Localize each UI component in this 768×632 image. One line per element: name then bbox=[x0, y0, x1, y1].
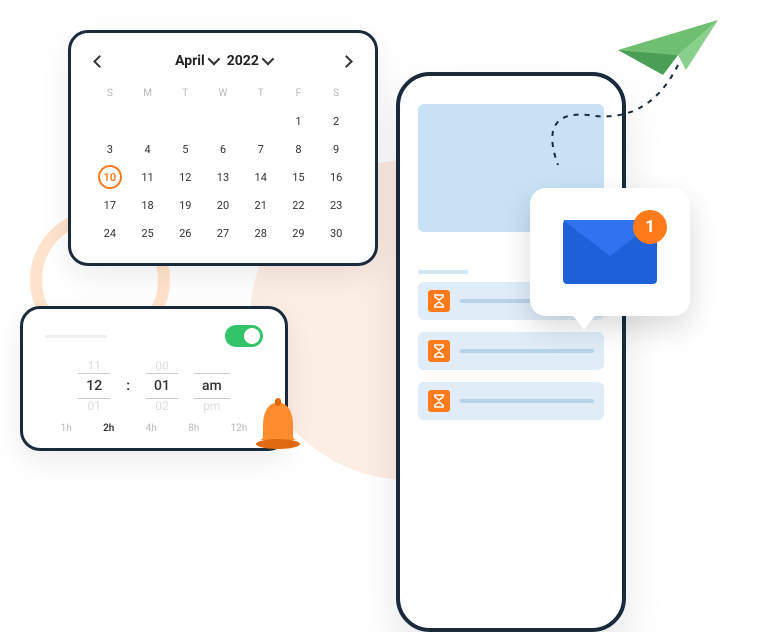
calendar-day[interactable]: 3 bbox=[98, 137, 122, 161]
calendar-day[interactable]: 13 bbox=[211, 165, 235, 189]
calendar-day[interactable]: 29 bbox=[286, 221, 310, 245]
envelope-icon: 1 bbox=[563, 220, 657, 284]
time-toggle[interactable] bbox=[225, 325, 263, 347]
day-of-week-label: T bbox=[166, 84, 204, 105]
duration-option[interactable]: 12h bbox=[231, 423, 248, 434]
calendar-card: April 2022 SMTWTFS1234567891011121314151… bbox=[68, 30, 378, 266]
calendar-day[interactable]: 11 bbox=[136, 165, 160, 189]
calendar-title: April 2022 bbox=[175, 53, 271, 69]
duration-option[interactable]: 1h bbox=[61, 423, 72, 434]
calendar-day[interactable]: 14 bbox=[249, 165, 273, 189]
calendar-day[interactable]: 5 bbox=[173, 137, 197, 161]
duration-option[interactable]: 8h bbox=[188, 423, 199, 434]
day-of-week-label: W bbox=[204, 84, 242, 105]
calendar-day[interactable]: 21 bbox=[249, 193, 273, 217]
time-wheels[interactable]: 11 12 01 : 00 01 02 am pm bbox=[45, 359, 263, 413]
duration-tabs[interactable]: 1h 2h 4h 8h 12h bbox=[45, 423, 263, 434]
calendar-day[interactable]: 24 bbox=[98, 221, 122, 245]
calendar-day[interactable]: 25 bbox=[136, 221, 160, 245]
calendar-day[interactable]: 20 bbox=[211, 193, 235, 217]
day-of-week-label: S bbox=[91, 84, 129, 105]
month-select[interactable]: April bbox=[175, 53, 217, 69]
time-picker-card: 11 12 01 : 00 01 02 am pm 1h 2h 4h 8h 12h bbox=[20, 306, 288, 451]
day-of-week-label: S bbox=[317, 84, 355, 105]
calendar-day[interactable]: 22 bbox=[286, 193, 310, 217]
day-of-week-label: M bbox=[129, 84, 167, 105]
year-select[interactable]: 2022 bbox=[227, 53, 271, 69]
calendar-day[interactable]: 18 bbox=[136, 193, 160, 217]
calendar-day[interactable]: 19 bbox=[173, 193, 197, 217]
calendar-day[interactable]: 28 bbox=[249, 221, 273, 245]
calendar-day[interactable]: 23 bbox=[324, 193, 348, 217]
calendar-header: April 2022 bbox=[91, 47, 355, 74]
calendar-day[interactable]: 7 bbox=[249, 137, 273, 161]
calendar-day[interactable]: 17 bbox=[98, 193, 122, 217]
day-of-week-label: F bbox=[280, 84, 318, 105]
calendar-day[interactable]: 26 bbox=[173, 221, 197, 245]
calendar-prev-button[interactable] bbox=[91, 47, 108, 74]
phone-section-label bbox=[418, 270, 468, 274]
calendar-day[interactable]: 4 bbox=[136, 137, 160, 161]
calendar-day[interactable]: 27 bbox=[211, 221, 235, 245]
notification-badge: 1 bbox=[633, 210, 667, 244]
time-card-title-placeholder bbox=[45, 335, 107, 338]
paper-plane-icon bbox=[608, 10, 728, 90]
calendar-day[interactable]: 8 bbox=[286, 137, 310, 161]
calendar-day[interactable]: 12 bbox=[173, 165, 197, 189]
calendar-next-button[interactable] bbox=[338, 47, 355, 74]
duration-option[interactable]: 4h bbox=[146, 423, 157, 434]
mail-notification[interactable]: 1 bbox=[530, 188, 690, 316]
calendar-day[interactable]: 9 bbox=[324, 137, 348, 161]
calendar-day[interactable]: 16 bbox=[324, 165, 348, 189]
calendar-day[interactable]: 1 bbox=[286, 109, 310, 133]
duration-option[interactable]: 2h bbox=[103, 423, 114, 434]
hourglass-icon bbox=[428, 290, 450, 312]
calendar-day[interactable]: 30 bbox=[324, 221, 348, 245]
calendar-day[interactable]: 10 bbox=[98, 165, 122, 189]
calendar-grid: SMTWTFS123456789101112131415161718192021… bbox=[91, 84, 355, 245]
calendar-day[interactable]: 15 bbox=[286, 165, 310, 189]
calendar-day[interactable]: 6 bbox=[211, 137, 235, 161]
day-of-week-label: T bbox=[242, 84, 280, 105]
hourglass-icon bbox=[428, 340, 450, 362]
calendar-day[interactable]: 2 bbox=[324, 109, 348, 133]
list-item[interactable] bbox=[418, 382, 604, 420]
bell-icon bbox=[253, 396, 303, 452]
list-item[interactable] bbox=[418, 332, 604, 370]
hourglass-icon bbox=[428, 390, 450, 412]
